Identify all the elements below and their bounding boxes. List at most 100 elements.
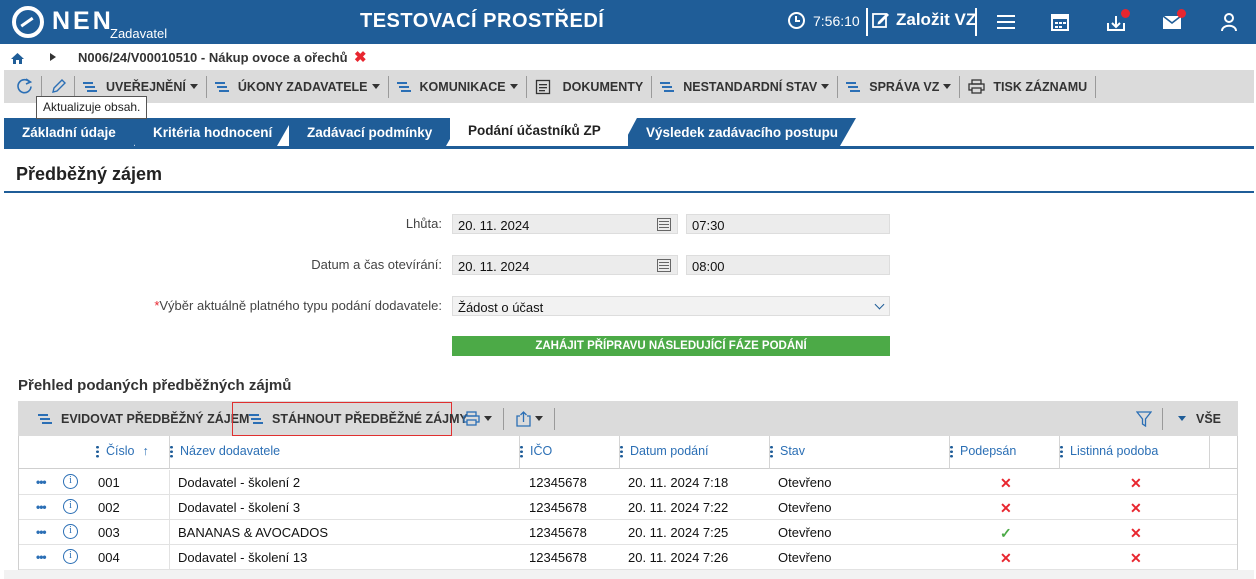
filter-button[interactable] (1136, 401, 1152, 436)
column-menu-icon[interactable] (620, 444, 623, 458)
submission-type-select[interactable]: Žádost o účast (452, 296, 890, 316)
home-icon[interactable] (11, 53, 24, 64)
cell-datum: 20. 11. 2024 7:25 (628, 525, 729, 540)
tab-label: Zadávací podmínky (307, 125, 433, 140)
info-icon[interactable]: i (63, 524, 78, 539)
nen-logo[interactable]: NEN (12, 6, 114, 38)
pencil-icon (52, 78, 66, 93)
create-vz-button[interactable]: Založit VZ (872, 10, 976, 30)
user-icon[interactable] (1219, 12, 1239, 32)
column-label: Stav (780, 444, 806, 458)
menu-dokumenty[interactable]: DOKUMENTY (527, 70, 652, 103)
register-interest-button[interactable]: EVIDOVAT PŘEDBĚŽNÝ ZÁJEM (38, 401, 249, 436)
column-header-datum[interactable]: Datum podání (620, 444, 709, 458)
view-all-dropdown[interactable]: VŠE (1174, 401, 1221, 436)
column-header-stav[interactable]: Stav (770, 444, 805, 458)
export-dropdown-button[interactable] (516, 401, 543, 436)
logo-subtitle: Zadavatel (110, 26, 168, 41)
session-clock: 7:56:10 (788, 12, 860, 29)
cell-cislo: 001 (98, 475, 120, 490)
menu-icon[interactable] (996, 12, 1016, 32)
expand-arrow-icon[interactable] (50, 53, 56, 61)
record-toolbar: UVEŘEJNĚNÍ ÚKONY ZADAVATELE KOMUNIKACE D… (4, 70, 1254, 103)
table-row[interactable]: ••• i 001 Dodavatel - školení 2 12345678… (19, 470, 1237, 495)
horizontal-scrollbar[interactable] (4, 570, 1254, 579)
column-divider (1209, 436, 1210, 469)
row-actions-icon[interactable]: ••• (36, 550, 47, 564)
table-row[interactable]: ••• i 003 BANANAS & AVOCADOS 12345678 20… (19, 520, 1237, 545)
column-menu-icon[interactable] (170, 444, 173, 458)
calendar-icon[interactable] (1050, 12, 1070, 32)
tab-podani-ucastniku[interactable]: Podání účastníků ZP (450, 116, 638, 146)
breadcrumb-current[interactable]: N006/24/V00010510 - Nákup ovoce a ořechů (78, 50, 348, 65)
deadline-time-field[interactable]: 07:30 (686, 214, 890, 234)
caret-down-icon (943, 84, 952, 89)
row-actions-icon[interactable]: ••• (36, 525, 47, 539)
row-actions-icon[interactable]: ••• (36, 475, 47, 489)
table-row[interactable]: ••• i 002 Dodavatel - školení 3 12345678… (19, 495, 1237, 520)
list-menu-icon (38, 413, 54, 425)
cell-datum: 20. 11. 2024 7:18 (628, 475, 729, 490)
printer-icon (968, 79, 986, 94)
download-interests-button[interactable]: STÁHNOUT PŘEDBĚŽNÉ ZÁJMY (249, 401, 468, 436)
tab-underline (4, 146, 1254, 149)
caret-down-icon (821, 84, 830, 89)
tab-zadavaci-podminky[interactable]: Zadávací podmínky (289, 118, 462, 146)
cell-listinna: ✕ (1130, 525, 1142, 541)
column-header-listinna[interactable]: Listinná podoba (1060, 444, 1158, 458)
deadline-date-field[interactable]: 20. 11. 2024 (452, 214, 678, 234)
deadline-date-value: 20. 11. 2024 (458, 218, 530, 233)
tab-vysledek-zadavaciho-postupu[interactable]: Výsledek zadávacího postupu (628, 118, 856, 146)
tab-kriteria-hodnoceni[interactable]: Kritéria hodnocení (135, 118, 293, 146)
column-header-nazev[interactable]: Název dodavatele (170, 444, 280, 458)
menu-nestandardni-stav[interactable]: NESTANDARDNÍ STAV (652, 70, 837, 103)
deadline-label: Lhůta: (405, 216, 442, 231)
column-menu-icon[interactable] (950, 444, 953, 458)
row-actions-icon[interactable]: ••• (36, 500, 47, 514)
clock-icon (788, 12, 805, 29)
column-menu-icon[interactable] (770, 444, 773, 458)
submission-type-value: Žádost o účast (458, 300, 544, 315)
column-header-cislo[interactable]: Číslo ↑ (96, 444, 149, 458)
info-icon[interactable]: i (63, 549, 78, 564)
list-menu-icon (396, 81, 413, 93)
deadline-time-value: 07:30 (692, 218, 725, 233)
opening-date-field[interactable]: 20. 11. 2024 (452, 255, 678, 275)
toolbar-divider (1162, 408, 1163, 430)
column-label: Listinná podoba (1070, 444, 1159, 458)
tab-label: Základní údaje (22, 125, 116, 140)
grid-title: Přehled podaných předběžných zájmů (18, 377, 292, 394)
menu-ukony-zadavatele-label: ÚKONY ZADAVATELE (237, 79, 368, 94)
start-next-phase-button[interactable]: ZAHÁJIT PŘÍPRAVU NÁSLEDUJÍCÍ FÁZE PODÁNÍ (452, 336, 890, 356)
logo-text: NEN (52, 7, 114, 35)
table-row[interactable]: ••• i 004 Dodavatel - školení 13 1234567… (19, 545, 1237, 570)
info-icon[interactable]: i (63, 499, 78, 514)
column-divider (169, 545, 170, 570)
column-header-ico[interactable]: IČO (520, 444, 552, 458)
info-icon[interactable]: i (63, 474, 78, 489)
column-menu-icon[interactable] (1060, 444, 1063, 458)
menu-komunikace[interactable]: KOMUNIKACE (389, 70, 526, 103)
column-menu-icon[interactable] (96, 444, 99, 458)
column-menu-icon[interactable] (520, 444, 523, 458)
calendar-picker-icon[interactable] (657, 218, 671, 231)
chevron-down-icon (874, 299, 885, 310)
create-vz-label: Založit VZ (896, 10, 977, 29)
calendar-picker-icon[interactable] (657, 259, 671, 272)
close-record-icon[interactable]: ✖ (354, 48, 367, 66)
export-icon (516, 410, 531, 427)
cell-nazev: Dodavatel - školení 3 (178, 500, 301, 515)
column-label: Číslo (106, 444, 135, 458)
menu-ukony-zadavatele[interactable]: ÚKONY ZADAVATELE (207, 70, 388, 103)
cell-podepsan: ✕ (1000, 475, 1012, 491)
opening-time-field[interactable]: 08:00 (686, 255, 890, 275)
cell-cislo: 004 (98, 550, 120, 565)
tab-zakladni-udaje[interactable]: Základní údaje (4, 118, 150, 146)
print-record-button[interactable]: TISK ZÁZNAMU (960, 70, 1095, 103)
app-header: NEN Zadavatel TESTOVACÍ PROSTŘEDÍ 7:56:1… (0, 0, 1256, 44)
opening-date-value: 20. 11. 2024 (458, 259, 530, 274)
column-header-podepsan[interactable]: Podepsán (950, 444, 1016, 458)
logo-circle-icon (12, 6, 44, 38)
menu-sprava-vz[interactable]: SPRÁVA VZ (838, 70, 959, 103)
print-dropdown-button[interactable] (463, 401, 492, 436)
